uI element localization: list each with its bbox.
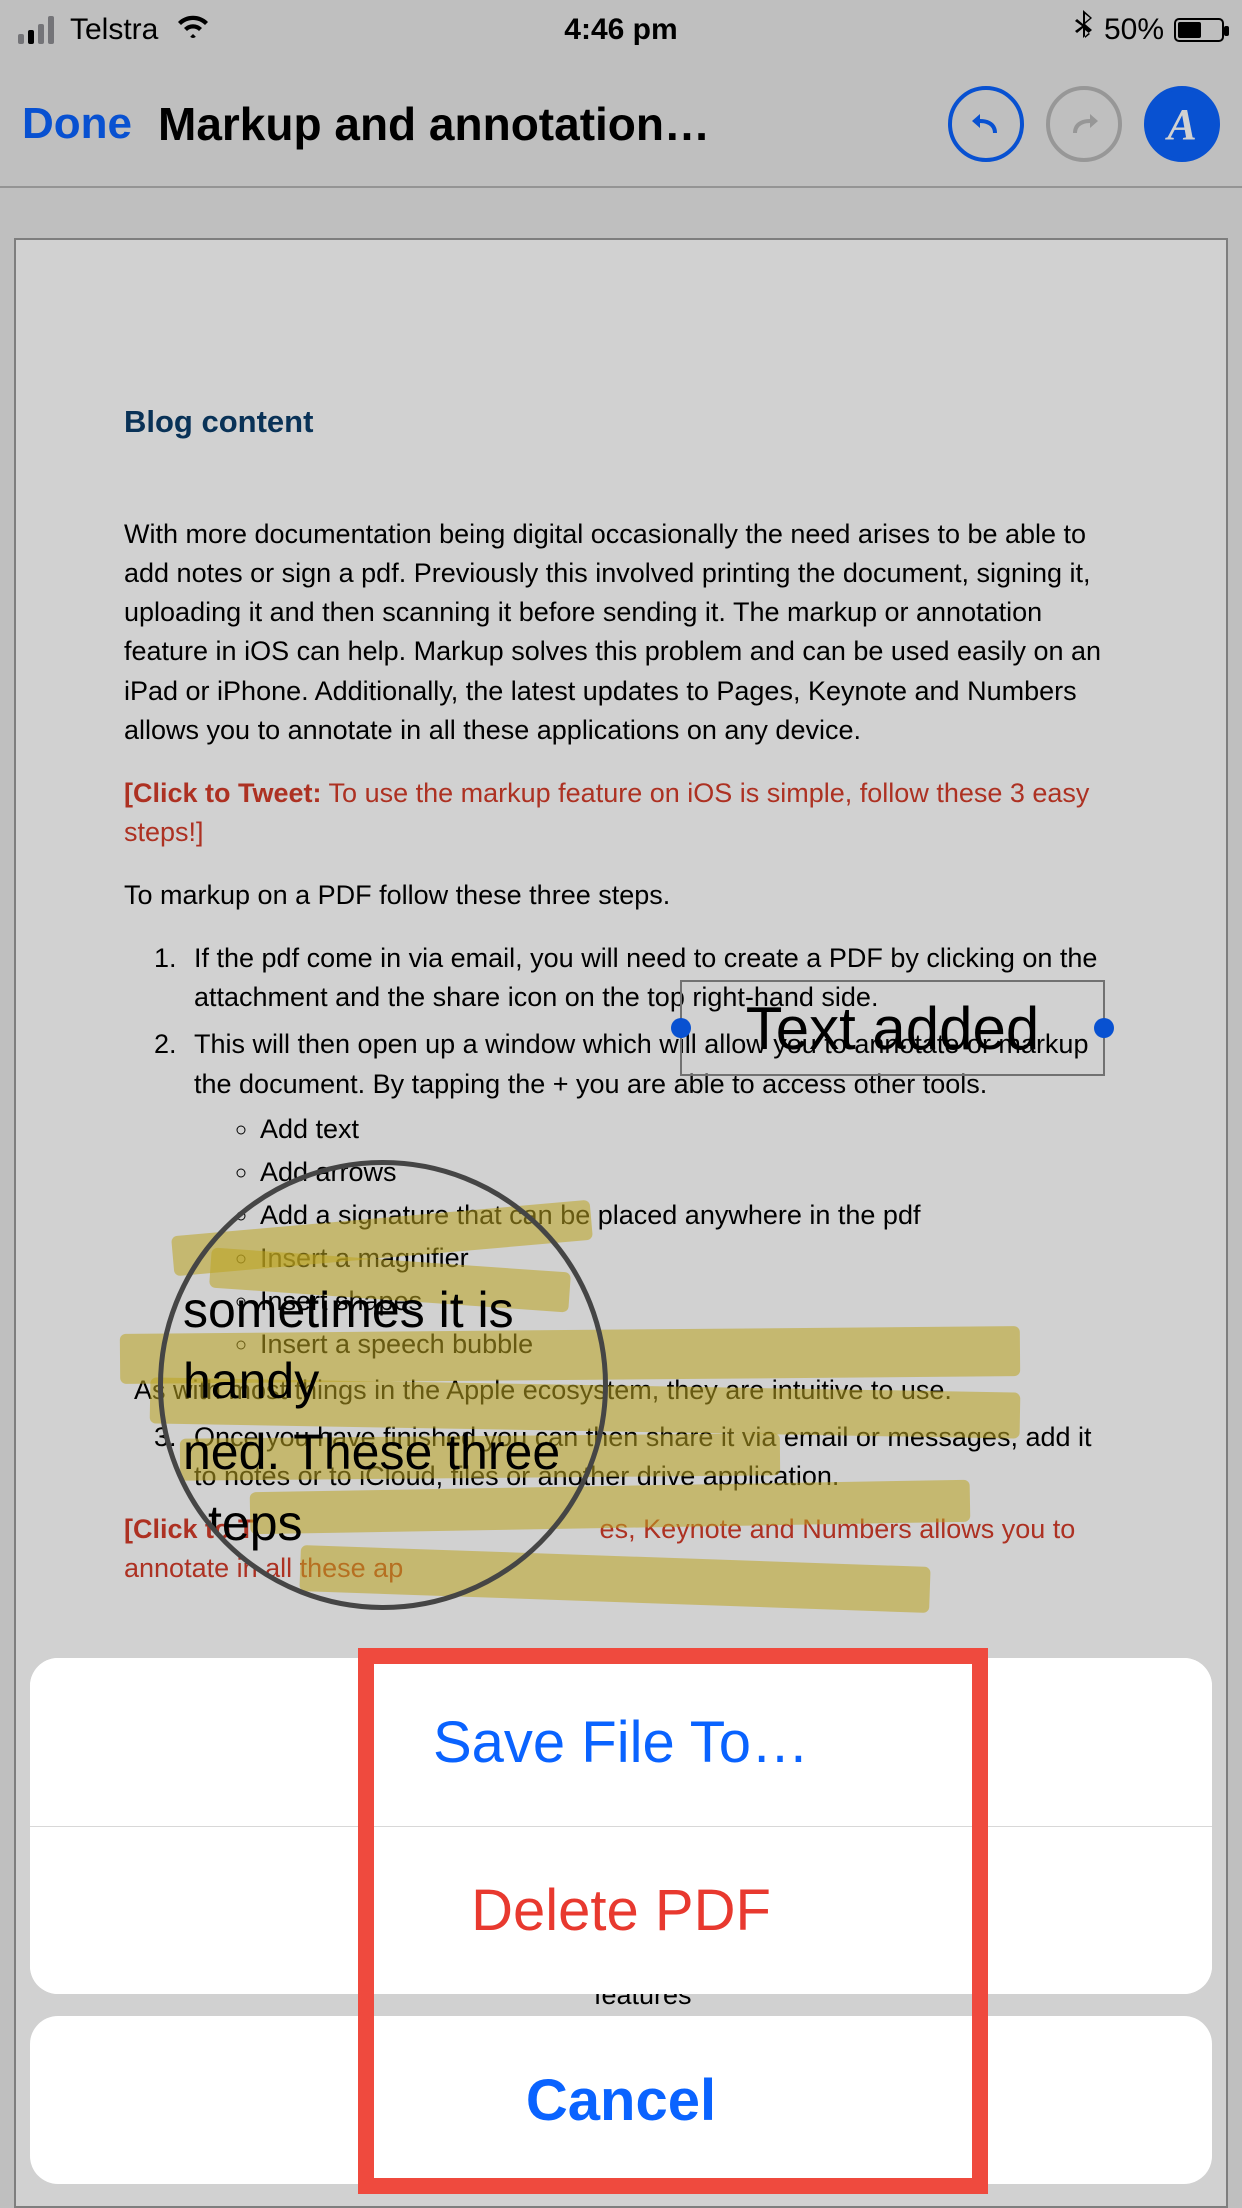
magnifier-content: sometimes it is handy ned. These three s… bbox=[183, 1275, 593, 1610]
doc-paragraph: With more documentation being digital oc… bbox=[124, 515, 1118, 750]
action-sheet: Save File To… Delete PDF Cancel bbox=[30, 1658, 1212, 2184]
redo-button bbox=[1046, 86, 1122, 162]
battery-percentage: 50% bbox=[1104, 13, 1164, 47]
document-title: Markup and annotation… bbox=[158, 97, 710, 151]
action-sheet-options: Save File To… Delete PDF bbox=[30, 1658, 1212, 1994]
cancel-button[interactable]: Cancel bbox=[30, 2016, 1212, 2184]
markup-pen-button[interactable]: A bbox=[1144, 86, 1220, 162]
undo-button[interactable] bbox=[948, 86, 1024, 162]
markup-nav-bar: Done Markup and annotation… A bbox=[0, 60, 1242, 188]
doc-tweet-line: [Click to Tweet: To use the markup featu… bbox=[124, 774, 1118, 852]
list-item: Add text bbox=[260, 1110, 1118, 1149]
carrier-label: Telstra bbox=[70, 13, 158, 47]
resize-handle-left[interactable] bbox=[671, 1018, 691, 1038]
bluetooth-icon bbox=[1074, 10, 1094, 50]
annotation-text: Text added bbox=[746, 994, 1040, 1063]
doc-heading: Blog content bbox=[124, 400, 1118, 445]
status-bar: Telstra 4:46 pm 50% bbox=[0, 0, 1242, 60]
done-button[interactable]: Done bbox=[22, 99, 132, 149]
save-file-to-button[interactable]: Save File To… bbox=[30, 1658, 1212, 1826]
delete-pdf-button[interactable]: Delete PDF bbox=[30, 1826, 1212, 1994]
resize-handle-right[interactable] bbox=[1094, 1018, 1114, 1038]
battery-icon bbox=[1174, 18, 1224, 42]
annotation-text-box[interactable]: Text added bbox=[680, 980, 1105, 1076]
cellular-signal-icon bbox=[18, 16, 54, 44]
wifi-icon bbox=[176, 13, 210, 47]
doc-paragraph: To markup on a PDF follow these three st… bbox=[124, 876, 1118, 915]
clock: 4:46 pm bbox=[564, 13, 677, 47]
annotation-magnifier[interactable]: sometimes it is handy ned. These three s… bbox=[158, 1160, 608, 1610]
